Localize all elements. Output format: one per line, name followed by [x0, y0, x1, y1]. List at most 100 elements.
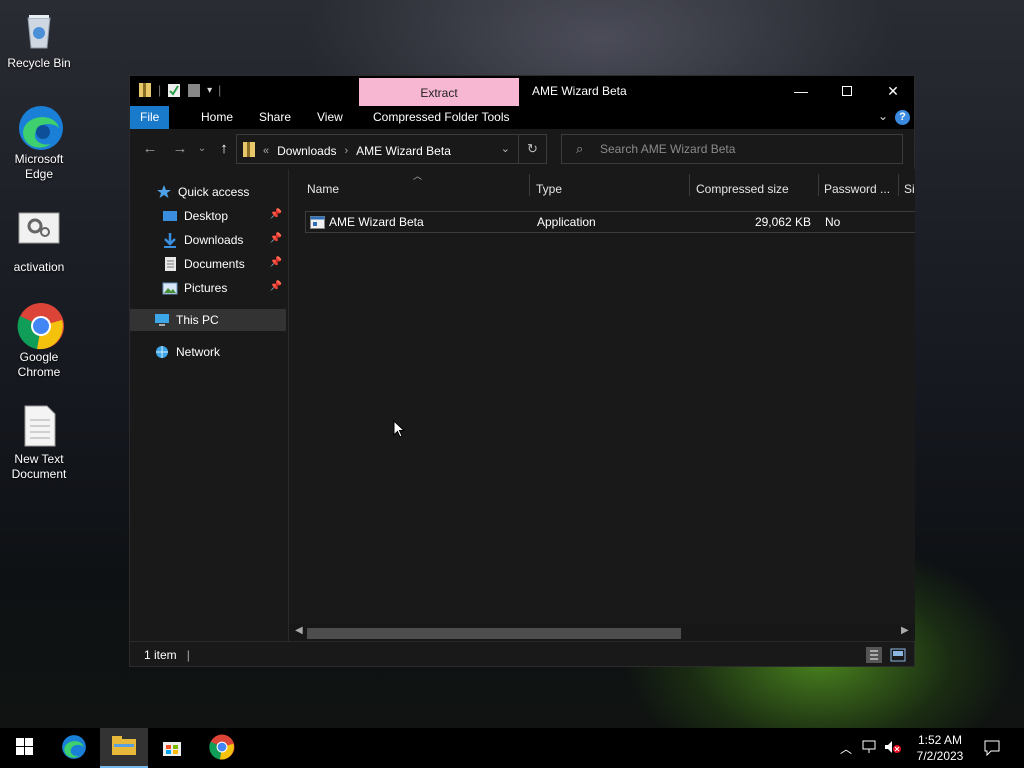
customize-toolbar-icon[interactable]: ▾ [207, 85, 212, 96]
navigation-bar: ← → ⌄ ↑ « Downloads › AME Wizard Beta ⌄ … [130, 129, 914, 169]
close-button[interactable]: ✕ [870, 76, 916, 106]
tab-compressed-folder-tools[interactable]: Compressed Folder Tools [362, 106, 521, 129]
horizontal-scrollbar[interactable]: ◀ ▶ [289, 624, 915, 641]
item-count-text: 1 item [144, 648, 177, 662]
breadcrumb-separator-icon[interactable]: › [345, 145, 349, 157]
nav-item-downloads[interactable]: Downloads 📌 [130, 229, 286, 251]
show-hidden-icons-icon[interactable]: ︿ [840, 740, 852, 757]
notifications-icon[interactable] [984, 740, 1000, 759]
tab-file[interactable]: File [130, 106, 170, 129]
details-view-icon[interactable] [866, 647, 882, 663]
maximize-button[interactable] [824, 76, 870, 106]
forward-button[interactable]: → [170, 139, 190, 159]
clock-date: 7/2/2023 [916, 749, 964, 763]
new-folder-icon[interactable] [187, 82, 201, 98]
desktop-icon-label: activation [13, 260, 65, 274]
nav-item-label: Desktop [184, 209, 229, 223]
recent-locations-button[interactable]: ⌄ [192, 139, 212, 159]
context-tab-extract[interactable]: Extract [359, 78, 519, 106]
scrollbar-thumb[interactable] [307, 628, 681, 639]
search-icon: ⌕ [576, 141, 584, 156]
chrome-icon [209, 734, 235, 763]
pictures-icon [162, 280, 178, 296]
table-row[interactable]: AME Wizard Beta Application 29,062 KB No [305, 211, 915, 233]
close-icon: ✕ [887, 82, 899, 99]
recycle-bin-icon [17, 8, 61, 52]
breadcrumb-downloads[interactable]: Downloads [277, 144, 336, 158]
column-header-type[interactable]: Type [530, 177, 690, 201]
large-icons-view-icon[interactable] [890, 647, 906, 663]
desktop-icon-chrome[interactable]: Google Chrome [0, 302, 78, 380]
tab-share[interactable]: Share [248, 106, 302, 129]
minimize-button[interactable]: — [778, 76, 824, 106]
tab-view[interactable]: View [306, 106, 354, 129]
volume-muted-icon[interactable] [884, 740, 902, 757]
tab-home[interactable]: Home [190, 106, 244, 129]
help-icon[interactable]: ? [895, 110, 910, 125]
ribbon-tabs: File Home Share View Compressed Folder T… [130, 106, 914, 129]
zip-folder-icon [243, 142, 255, 160]
column-header-size[interactable]: Si [898, 177, 915, 201]
chevron-down-icon: ⌄ [197, 143, 207, 154]
column-header-name[interactable]: Name [301, 177, 529, 201]
taskbar-file-explorer[interactable] [100, 728, 148, 768]
properties-icon[interactable] [167, 82, 181, 98]
file-name: AME Wizard Beta [329, 215, 424, 229]
nav-item-desktop[interactable]: Desktop 📌 [130, 205, 286, 227]
pin-icon[interactable]: 📌 [270, 257, 282, 268]
arrow-left-icon: ← [142, 140, 158, 157]
pin-icon[interactable]: 📌 [270, 281, 282, 292]
up-button[interactable]: ↑ [214, 139, 234, 159]
file-explorer-icon [112, 735, 136, 759]
mouse-pointer-icon [393, 419, 406, 441]
network-status-icon[interactable] [862, 740, 878, 757]
start-icon [15, 738, 33, 758]
minimize-icon: — [794, 83, 808, 99]
desktop-icon-edge[interactable]: Microsoft Edge [0, 104, 78, 182]
scroll-right-icon[interactable]: ▶ [901, 625, 909, 636]
start-button[interactable] [0, 728, 48, 768]
application-icon [310, 215, 325, 235]
breadcrumb-ame-wizard-beta[interactable]: AME Wizard Beta [356, 144, 451, 158]
computer-icon [154, 312, 170, 328]
breadcrumb-overflow[interactable]: « [263, 145, 269, 157]
desktop-icon-recycle-bin[interactable]: Recycle Bin [0, 8, 78, 71]
pin-icon[interactable]: 📌 [270, 209, 282, 220]
address-bar[interactable]: « Downloads › AME Wizard Beta ⌄ ↻ [236, 134, 547, 164]
desktop-icon-label: Microsoft Edge [14, 152, 64, 181]
documents-icon [162, 256, 178, 272]
scroll-left-icon[interactable]: ◀ [295, 625, 303, 636]
toolbar-separator: | [158, 83, 162, 97]
file-password: No [825, 215, 841, 229]
nav-item-documents[interactable]: Documents 📌 [130, 253, 286, 275]
toolbar-separator: | [218, 83, 222, 97]
address-dropdown-icon[interactable]: ⌄ [501, 142, 510, 155]
system-clock[interactable]: 1:52 AM 7/2/2023 [912, 732, 968, 764]
nav-item-pictures[interactable]: Pictures 📌 [130, 277, 286, 299]
title-bar: | ▾ | Extract AME Wizard Beta — ✕ [130, 76, 914, 106]
navigation-pane: Quick access Desktop 📌 Downloads 📌 Docum… [130, 169, 288, 641]
maximize-icon [842, 86, 852, 96]
nav-item-quick-access[interactable]: Quick access [130, 181, 286, 203]
pin-icon[interactable]: 📌 [270, 233, 282, 244]
taskbar-store[interactable] [148, 728, 196, 768]
taskbar-edge[interactable] [50, 728, 98, 768]
back-button[interactable]: ← [140, 139, 160, 159]
nav-item-network[interactable]: Network [130, 341, 286, 363]
network-icon [154, 344, 170, 360]
desktop-icon-new-text-document[interactable]: New Text Document [0, 404, 78, 482]
search-input[interactable] [600, 139, 890, 159]
clock-time: 1:52 AM [917, 733, 963, 747]
star-icon [156, 184, 172, 200]
nav-item-label: Documents [184, 257, 245, 271]
nav-item-label: This PC [176, 313, 219, 327]
refresh-button[interactable]: ↻ [518, 135, 546, 163]
taskbar-chrome[interactable] [198, 728, 246, 768]
search-box[interactable]: ⌕ [561, 134, 903, 164]
column-header-password[interactable]: Password ... [818, 177, 898, 201]
text-document-icon [17, 404, 61, 448]
desktop-icon-activation[interactable]: activation [0, 210, 78, 275]
expand-ribbon-icon[interactable]: ⌄ [878, 109, 888, 123]
column-header-compressed-size[interactable]: Compressed size [690, 177, 818, 201]
nav-item-this-pc[interactable]: This PC [130, 309, 286, 331]
